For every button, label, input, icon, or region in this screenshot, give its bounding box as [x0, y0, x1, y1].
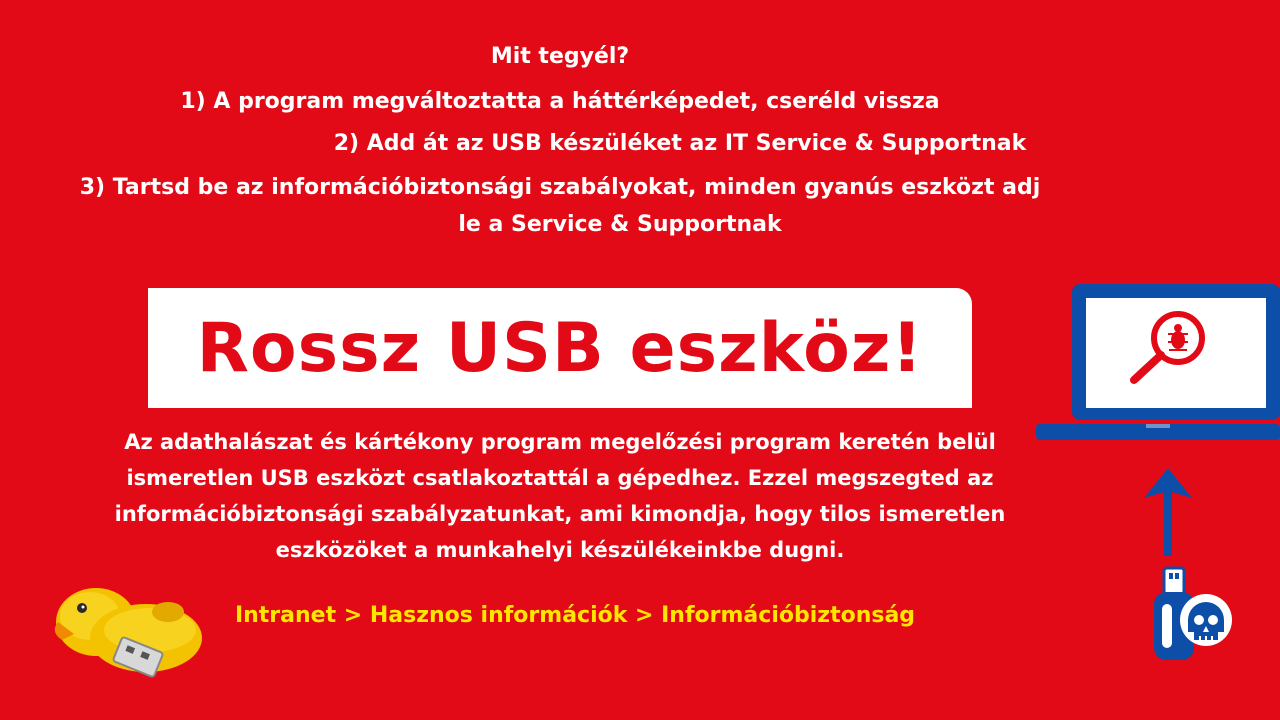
instruction-step-1: 1) A program megváltoztatta a háttérképe…: [180, 89, 940, 114]
instruction-step-3-line-2: le a Service & Supportnak: [458, 212, 782, 237]
instruction-step-2: 2) Add át az USB készüléket az IT Servic…: [333, 131, 1027, 156]
warning-banner-text: Rossz USB eszköz!: [196, 308, 924, 388]
duck-usb-drive-image: [54, 588, 202, 678]
instructions-title: Mit tegyél?: [490, 44, 630, 69]
usb-skull-icon: [1154, 566, 1232, 660]
instruction-step-3-line-1: 3) Tartsd be az információbiztonsági sza…: [79, 175, 1041, 200]
explanation-text: Az adathalászat és kártékony program meg…: [114, 430, 1006, 562]
laptop-malware-search-icon: [1036, 284, 1280, 440]
warning-banner: Rossz USB eszköz!: [148, 288, 972, 408]
arrow-up-icon: [1144, 468, 1192, 556]
